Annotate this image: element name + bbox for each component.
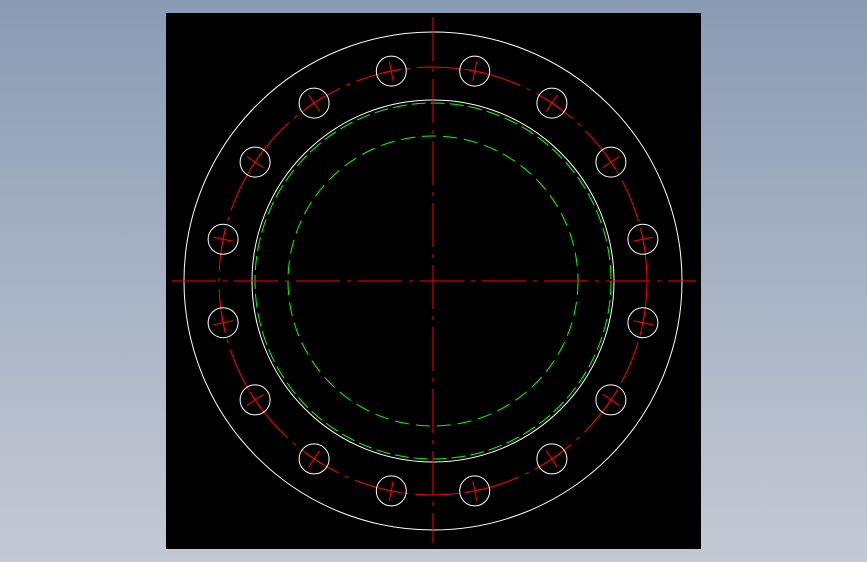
cad-application-window <box>0 0 867 562</box>
flange-drawing <box>172 17 696 543</box>
bolt-hole-center-mark <box>604 153 617 171</box>
bolt-hole-center-mark <box>249 153 262 171</box>
bolt-hole-center-mark <box>543 452 561 465</box>
bolt-hole-center-mark <box>249 391 262 409</box>
bolt-hole-center-mark <box>604 391 617 409</box>
drawing-viewport[interactable] <box>166 13 701 549</box>
bolt-hole-center-mark <box>305 452 323 465</box>
bolt-hole-center-mark <box>543 97 561 110</box>
bolt-hole-center-mark <box>305 97 323 110</box>
